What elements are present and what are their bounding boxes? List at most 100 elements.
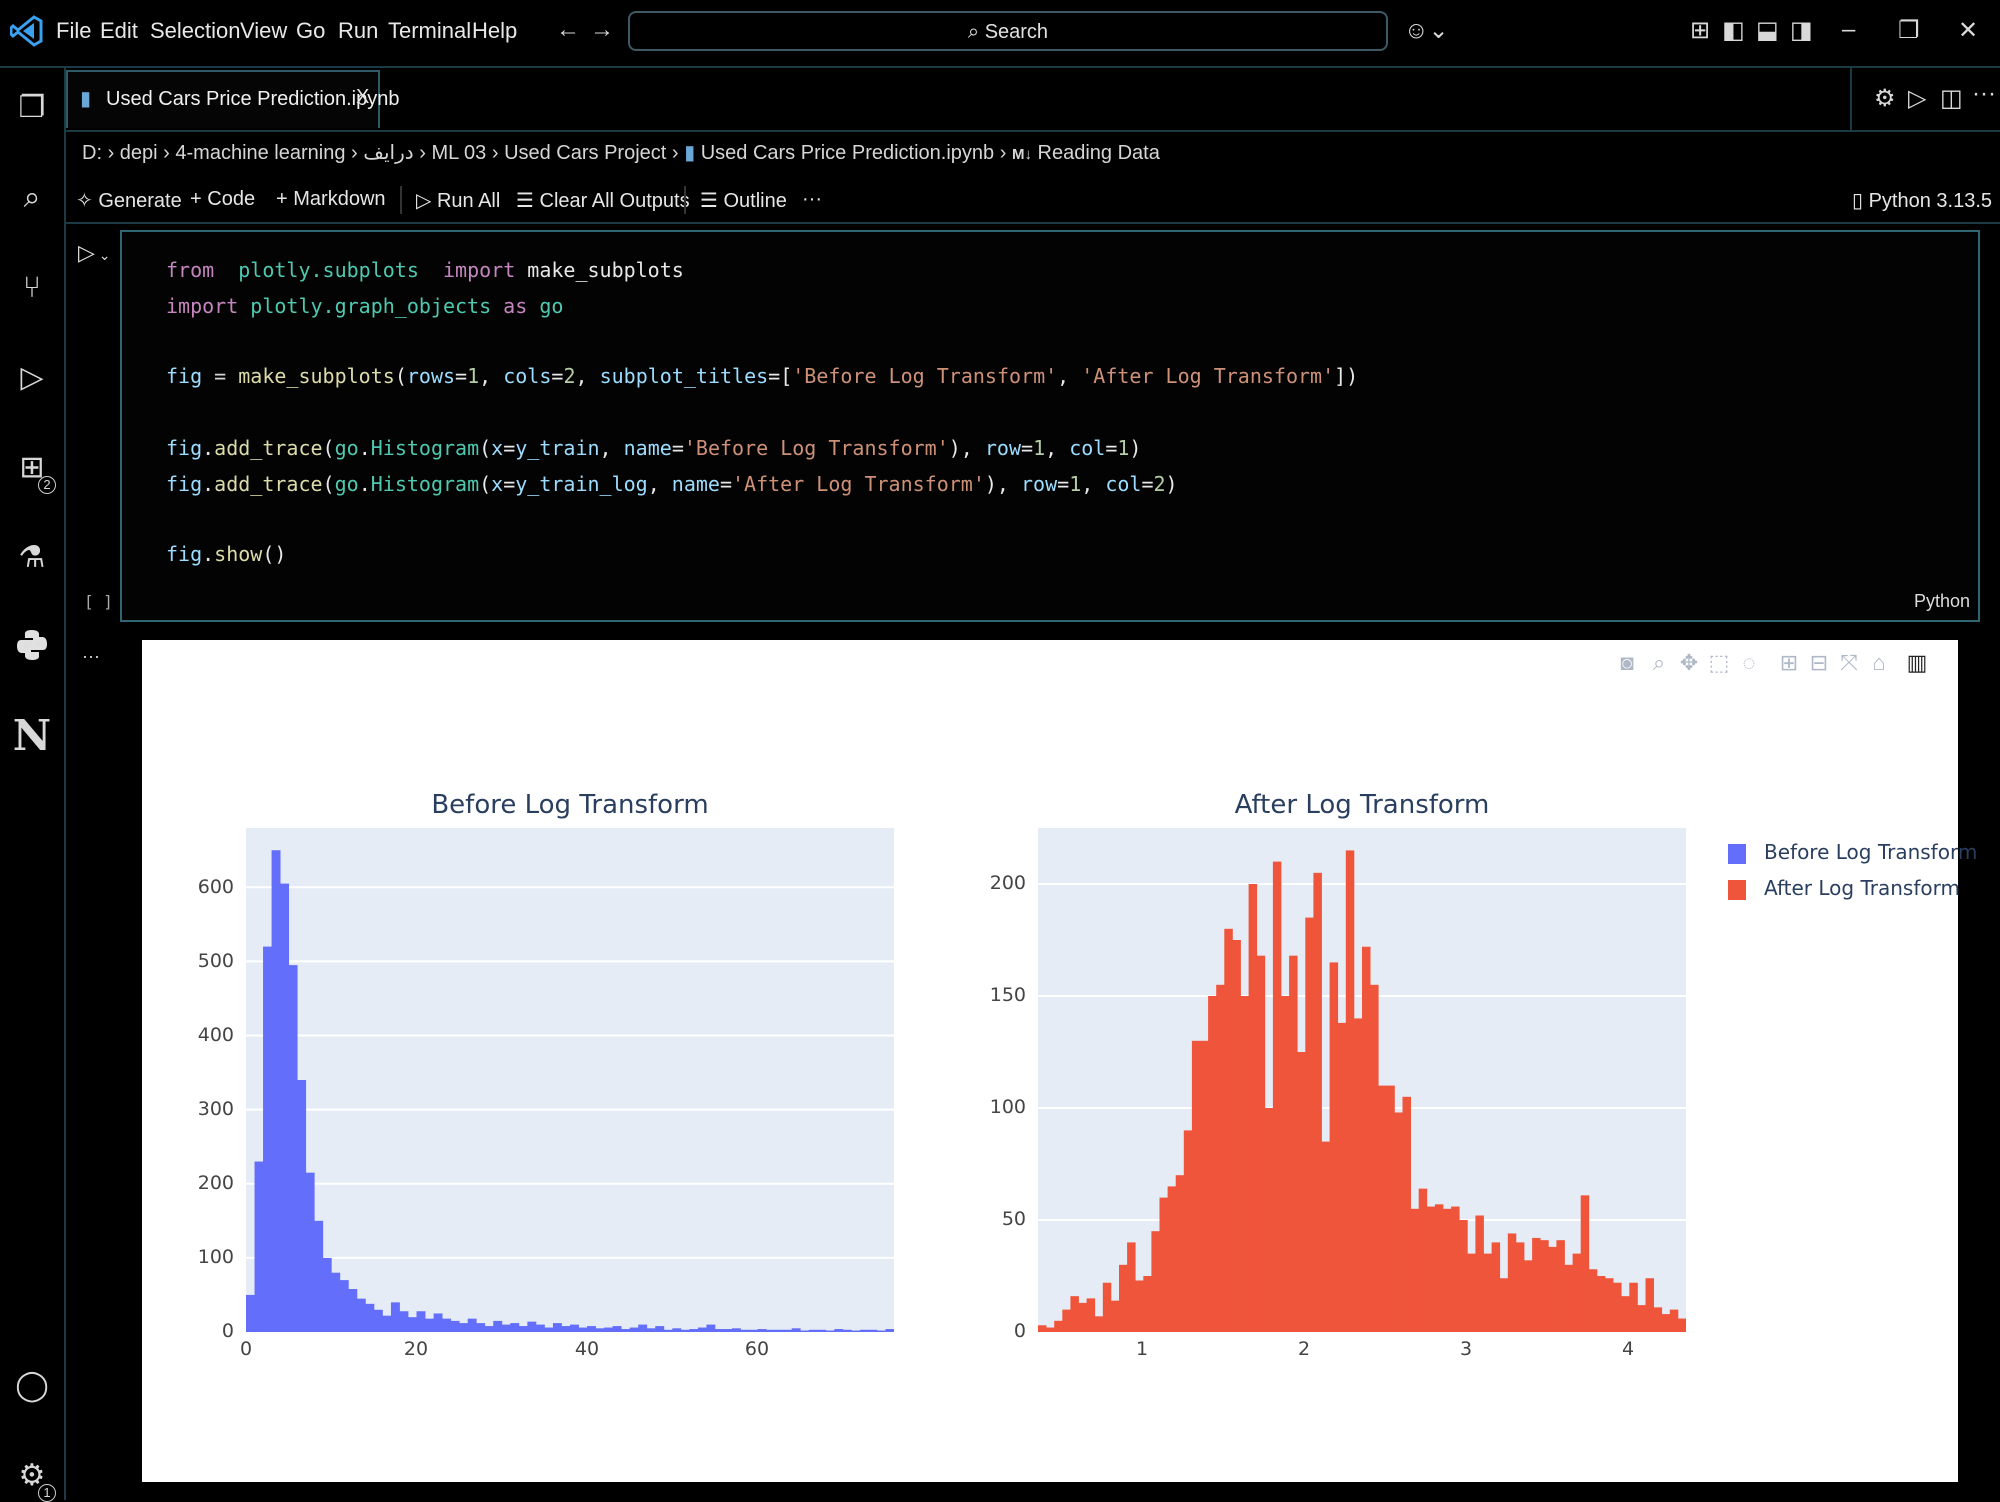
histogram-bar[interactable] xyxy=(1564,1264,1574,1332)
breadcrumb-ml03[interactable]: ML 03 xyxy=(431,142,486,164)
histogram-bar[interactable] xyxy=(1183,1130,1193,1332)
histogram-bar[interactable] xyxy=(629,1327,639,1332)
histogram-bar[interactable] xyxy=(1127,1242,1136,1332)
histogram-bar[interactable] xyxy=(399,1311,409,1332)
histogram-bar[interactable] xyxy=(697,1327,707,1332)
histogram-bar[interactable] xyxy=(408,1317,417,1332)
histogram-bar[interactable] xyxy=(1394,1112,1403,1332)
histogram-bar[interactable] xyxy=(1305,917,1314,1332)
histogram-bar[interactable] xyxy=(1046,1327,1055,1332)
histogram-bar[interactable] xyxy=(1596,1276,1606,1332)
histogram-bar[interactable] xyxy=(851,1330,861,1332)
histogram-bar[interactable] xyxy=(425,1318,434,1332)
histogram-bar[interactable] xyxy=(1232,940,1241,1332)
histogram-bar[interactable] xyxy=(288,965,298,1332)
histogram-bar[interactable] xyxy=(1370,984,1379,1332)
notion-icon[interactable]: N xyxy=(12,715,52,757)
histogram-bar[interactable] xyxy=(254,1161,264,1332)
run-cell-button[interactable]: ▷ ⌄ xyxy=(78,240,111,266)
plot-area-before[interactable] xyxy=(246,828,895,1332)
notebook-settings-gear-icon[interactable]: ⚙ xyxy=(1874,84,1896,113)
histogram-bar[interactable] xyxy=(1426,1206,1436,1332)
testing-flask-icon[interactable]: ⚗ xyxy=(12,538,52,578)
histogram-bar[interactable] xyxy=(1078,1302,1088,1332)
account-icon[interactable]: ◯ xyxy=(12,1366,52,1406)
lasso-select-icon[interactable]: ◌ xyxy=(1736,650,1762,676)
add-markdown-cell-button[interactable]: + Markdown xyxy=(276,188,386,211)
histogram-bar[interactable] xyxy=(757,1329,767,1332)
histogram-bar[interactable] xyxy=(817,1329,827,1332)
histogram-bar[interactable] xyxy=(1256,955,1266,1332)
histogram-bar[interactable] xyxy=(467,1318,477,1332)
histogram-bar[interactable] xyxy=(1653,1307,1663,1332)
histogram-bar[interactable] xyxy=(825,1330,835,1332)
histogram-bar[interactable] xyxy=(1159,1197,1169,1332)
histogram-bar[interactable] xyxy=(638,1324,648,1332)
histogram-bar[interactable] xyxy=(859,1329,869,1332)
histogram-bar[interactable] xyxy=(510,1323,520,1332)
toggle-secondary-sidebar-icon[interactable]: ◨ xyxy=(1790,16,1813,45)
histogram-bar[interactable] xyxy=(535,1324,545,1332)
histogram-bar[interactable] xyxy=(732,1328,741,1332)
histogram-bar[interactable] xyxy=(416,1311,426,1332)
zoom-icon[interactable]: ⌕ xyxy=(1646,650,1672,676)
histogram-bar[interactable] xyxy=(1434,1204,1444,1332)
histogram-bar[interactable] xyxy=(783,1329,793,1332)
split-editor-icon[interactable]: ◫ xyxy=(1940,84,1963,113)
histogram-bar[interactable] xyxy=(356,1298,366,1332)
menu-go[interactable]: Go xyxy=(296,18,325,44)
run-debug-icon[interactable]: ▷ xyxy=(12,358,52,398)
histogram-bar[interactable] xyxy=(604,1327,614,1332)
histogram-bar[interactable] xyxy=(714,1329,724,1332)
source-control-icon[interactable]: ⑂ xyxy=(12,268,52,308)
histogram-bar[interactable] xyxy=(834,1329,844,1332)
histogram-bar[interactable] xyxy=(1110,1300,1120,1332)
histogram-bar[interactable] xyxy=(450,1320,460,1332)
histogram-bar[interactable] xyxy=(1345,850,1355,1332)
toolbar-more-button[interactable]: ··· xyxy=(802,188,822,211)
histogram-bar[interactable] xyxy=(297,1080,307,1332)
histogram-bar[interactable] xyxy=(766,1329,776,1332)
histogram-bar[interactable] xyxy=(1475,1215,1484,1332)
menu-help[interactable]: Help xyxy=(472,18,517,44)
run-notebook-icon[interactable]: ▷ xyxy=(1908,84,1926,113)
histogram-bar[interactable] xyxy=(552,1323,562,1332)
histogram-bar[interactable] xyxy=(1507,1233,1517,1332)
histogram-bar[interactable] xyxy=(842,1329,852,1332)
copilot-icon[interactable]: ☺⌄ xyxy=(1404,16,1449,45)
histogram-bar[interactable] xyxy=(1119,1264,1128,1332)
histogram-bar[interactable] xyxy=(1062,1309,1071,1332)
histogram-bar[interactable] xyxy=(1572,1253,1582,1332)
histogram-bar[interactable] xyxy=(1483,1253,1493,1332)
histogram-bar[interactable] xyxy=(1677,1318,1687,1332)
histogram-bar[interactable] xyxy=(1588,1269,1598,1332)
histogram-bar[interactable] xyxy=(1094,1316,1104,1332)
histogram-bar[interactable] xyxy=(587,1326,596,1332)
add-code-cell-button[interactable]: + Code xyxy=(190,188,255,211)
histogram-bar[interactable] xyxy=(1467,1253,1476,1332)
histogram-bar[interactable] xyxy=(1224,928,1233,1332)
histogram-bar[interactable] xyxy=(808,1329,818,1332)
histogram-bar[interactable] xyxy=(442,1318,452,1332)
histogram-bar[interactable] xyxy=(1499,1278,1509,1332)
histogram-bar[interactable] xyxy=(314,1220,324,1332)
download-camera-icon[interactable]: ◙ xyxy=(1614,650,1640,676)
histogram-bar[interactable] xyxy=(612,1326,622,1332)
histogram-bar[interactable] xyxy=(578,1327,588,1332)
toggle-sidebar-icon[interactable]: ◧ xyxy=(1722,16,1745,45)
menu-run[interactable]: Run xyxy=(338,18,378,44)
settings-gear-icon[interactable]: ⚙ 1 xyxy=(12,1456,56,1502)
histogram-bar[interactable] xyxy=(1491,1242,1501,1332)
histogram-bar[interactable] xyxy=(876,1330,886,1332)
histogram-bar[interactable] xyxy=(382,1315,392,1332)
histogram-bar[interactable] xyxy=(1038,1325,1047,1332)
histogram-bar[interactable] xyxy=(493,1320,503,1332)
histogram-bar[interactable] xyxy=(365,1303,375,1332)
histogram-bar[interactable] xyxy=(1151,1231,1160,1332)
histogram-bar[interactable] xyxy=(1605,1278,1614,1332)
histogram-bar[interactable] xyxy=(1402,1096,1412,1332)
histogram-bar[interactable] xyxy=(1629,1282,1638,1332)
maximize-window-icon[interactable]: ❐ xyxy=(1898,16,1920,45)
histogram-bar[interactable] xyxy=(433,1313,443,1332)
outline-button[interactable]: ☰ Outline xyxy=(700,188,787,213)
